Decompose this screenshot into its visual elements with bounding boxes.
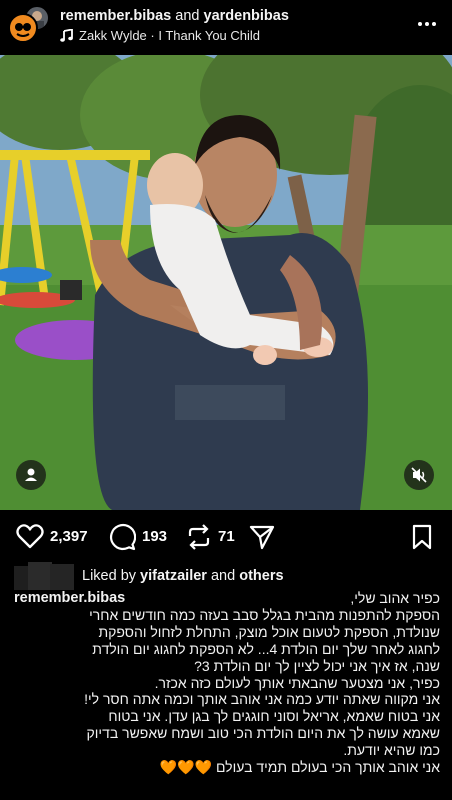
audio-track[interactable]: Zakk Wylde · I Thank You Child [60,28,260,43]
caption-line: הספקת להתפנות מהבית בגלל סבב בעזה כמה חו… [89,606,440,623]
comment-icon [110,523,137,551]
user-tag-button[interactable] [16,460,46,490]
liked-by-others[interactable]: others [239,568,283,584]
post-caption: remember.bibas כפיר אהוב שלי, הספקת להתפ… [14,588,440,776]
music-note-icon [60,28,73,42]
username-remember-bibas[interactable]: remember.bibas [60,8,171,24]
caption-line: לחגוג לאחר שלך יום הולדת 4... לא הספקת ל… [92,640,440,657]
username-yardenbibas[interactable]: yardenbibas [204,8,289,24]
action-bar: 2,397 193 71 [0,518,452,556]
comment-button[interactable] [108,523,137,551]
photo-scene [0,55,452,510]
more-options-button[interactable] [416,12,438,36]
share-icon [249,525,275,550]
repost-count[interactable]: 71 [218,528,235,545]
share-button[interactable] [248,523,276,551]
comment-count[interactable]: 193 [142,528,167,545]
audio-track-label: Zakk Wylde · I Thank You Child [79,28,261,43]
liked-by-prefix: Liked by [82,568,137,584]
caption-line: שאמא עושה לך את היום הולדת הכי טוב ושמח … [86,725,440,742]
repost-button[interactable] [186,523,212,551]
caption-line: כמו שהיא יודעת. [343,742,440,759]
caption-line: שנה, אז איך אני יכול לציין לך יום הולדת … [194,657,440,674]
save-button[interactable] [410,523,434,551]
caption-line: שנולדת, הספקת לטעום אוכל מוצק, התחלת לזח… [98,623,440,640]
post-header: remember.bibas and yardenbibas Zakk Wyld… [0,0,452,52]
caption-line: אני בטוח שאמא, אריאל וסוני חוגגים לך בגן… [108,708,440,725]
more-options-icon [418,22,436,26]
caption-line: אני מקווה שאתה יודע כמה אני אוהב אותך וכ… [84,691,440,708]
liked-by-conj: and [210,568,236,584]
user-tag-icon [25,468,37,481]
like-button[interactable] [16,523,44,551]
heart-icon [16,524,44,549]
mute-toggle-button[interactable] [404,460,434,490]
bookmark-icon [412,524,432,550]
liked-by-text: Liked by yifatzailer and others [82,568,284,584]
muted-speaker-icon [411,467,427,483]
avatar-remember-bibas[interactable] [8,13,38,43]
caption-line: אני אוהב אותך הכי בעולם תמיד בעולם 🧡🧡🧡 [159,759,440,776]
like-count[interactable]: 2,397 [50,528,88,545]
caption-line: כפיר, אני מצטער שהבאתי אותך לעולם כזה אכ… [154,674,440,691]
post-photo[interactable] [0,55,452,510]
owners-joiner: and [175,8,200,24]
post-owners: remember.bibas and yardenbibas [60,8,289,24]
collab-avatars[interactable] [8,5,50,45]
repost-icon [188,524,210,550]
caption-username[interactable]: remember.bibas [14,590,125,607]
liked-by-user[interactable]: yifatzailer [140,568,207,584]
